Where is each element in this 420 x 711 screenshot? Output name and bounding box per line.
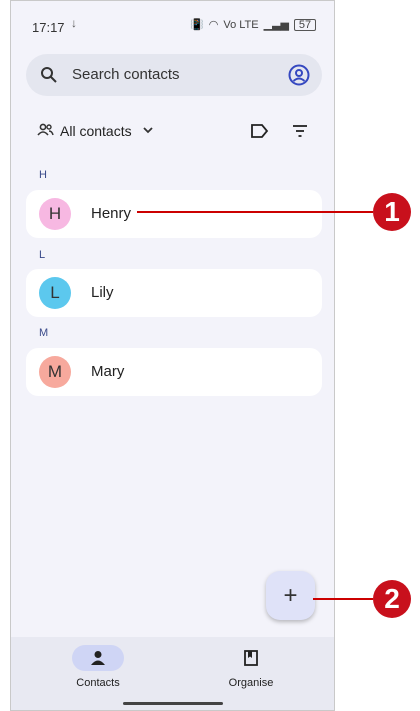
battery-icon: 57	[294, 18, 316, 31]
search-bar[interactable]: Search contacts	[26, 54, 322, 96]
callout-2-badge: 2	[373, 580, 411, 618]
nav-organise-pill	[225, 645, 277, 671]
signal-icon: ▁▃▅	[263, 19, 289, 31]
nav-contacts-label: Contacts	[76, 677, 120, 689]
filter-bar: All contacts	[11, 119, 334, 145]
label-icon[interactable]	[250, 123, 269, 139]
callout-1-line	[137, 211, 373, 213]
callout-2-line	[313, 598, 373, 600]
section-header-h: H	[39, 169, 47, 181]
wifi-icon: ◠	[208, 19, 219, 31]
download-icon: ↓	[71, 16, 77, 30]
nav-contacts[interactable]: Contacts	[43, 645, 153, 689]
search-input[interactable]: Search contacts	[72, 66, 180, 83]
section-header-m: M	[39, 327, 49, 339]
contact-row-henry[interactable]: H Henry	[26, 190, 322, 238]
vibrate-icon: 📳	[190, 19, 204, 31]
section-header-l: L	[39, 249, 46, 261]
phone-screen: 17:17 ↓ 📳 ◠ Vo LTE ▁▃▅ 57 Search contact…	[10, 0, 335, 711]
bookmark-book-icon	[244, 650, 258, 666]
nav-contacts-pill	[72, 645, 124, 671]
filter-icon[interactable]	[292, 124, 308, 138]
avatar: H	[39, 198, 71, 230]
nav-organise[interactable]: Organise	[196, 645, 306, 689]
person-icon	[91, 651, 105, 665]
status-time: 17:17	[32, 20, 65, 35]
status-icons: 📳 ◠ Vo LTE ▁▃▅ 57	[190, 18, 316, 31]
all-contacts-dropdown[interactable]: All contacts	[60, 123, 132, 139]
avatar: M	[39, 356, 71, 388]
status-bar: 17:17 ↓ 📳 ◠ Vo LTE ▁▃▅ 57	[11, 1, 334, 43]
contact-row-mary[interactable]: M Mary	[26, 348, 322, 396]
contact-name: Mary	[91, 363, 125, 380]
callout-1-badge: 1	[373, 193, 411, 231]
people-icon	[37, 123, 54, 136]
contact-row-lily[interactable]: L Lily	[26, 269, 322, 317]
avatar: L	[39, 277, 71, 309]
gesture-handle	[123, 702, 223, 705]
chevron-down-icon[interactable]	[142, 125, 154, 135]
contact-name: Henry	[91, 205, 132, 222]
bottom-navigation: Contacts Organise	[11, 637, 334, 710]
lte-icon: Vo LTE	[223, 18, 259, 31]
add-contact-button[interactable]: +	[266, 571, 315, 620]
contact-name: Lily	[91, 284, 114, 301]
nav-organise-label: Organise	[228, 677, 274, 689]
search-icon	[41, 67, 57, 83]
account-icon[interactable]	[288, 64, 310, 86]
